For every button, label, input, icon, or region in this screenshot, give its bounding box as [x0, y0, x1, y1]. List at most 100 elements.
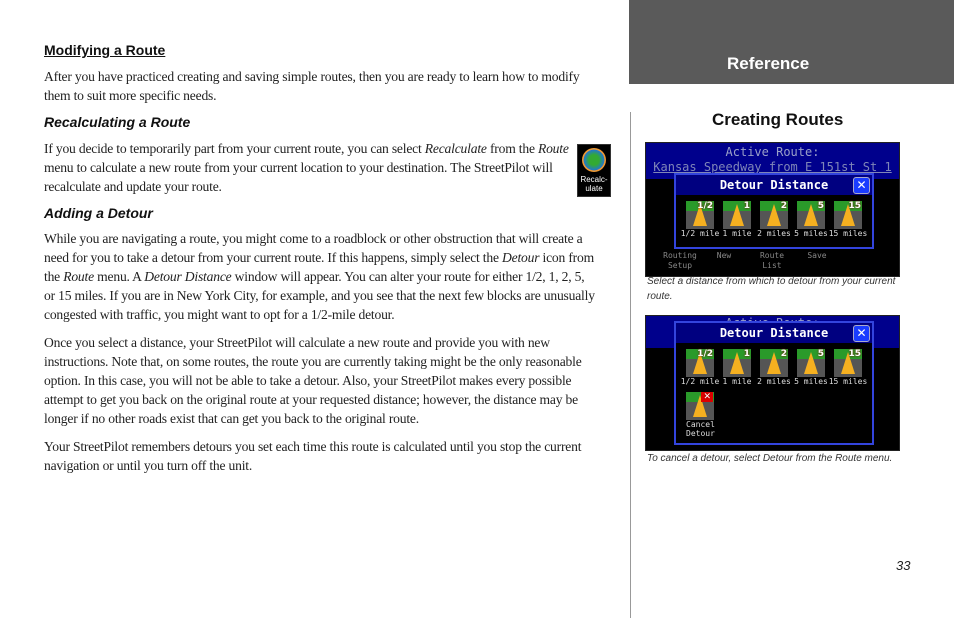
- page-number: 33: [896, 558, 911, 573]
- menu-routing-setup: Routing Setup: [663, 251, 697, 270]
- detour-option[interactable]: 1/2 1/2 mile: [681, 201, 719, 238]
- divider: [630, 112, 631, 618]
- option-label: 5 miles: [794, 377, 828, 386]
- text-segment: Once you select a distance, your StreetP…: [44, 335, 550, 350]
- option-number: 15: [848, 201, 861, 211]
- close-icon[interactable]: ✕: [853, 325, 870, 342]
- option-label: 15 miles: [828, 229, 868, 238]
- text-segment: Recalculate: [424, 141, 487, 156]
- option-label: 2 miles: [757, 229, 791, 238]
- text-line: recalculate and update your route.: [44, 177, 574, 196]
- option-number: 2: [780, 201, 787, 211]
- text-segment: attempt to get you back on the original …: [44, 392, 578, 407]
- text-segment: menu to calculate a new route from your …: [44, 160, 553, 175]
- text-line: option. In this case, you will not be ab…: [44, 371, 614, 390]
- option-number: 1/2: [697, 201, 713, 211]
- text-segment: from the: [486, 141, 538, 156]
- detour-option[interactable]: 2 2 miles: [757, 349, 791, 386]
- traffic-cone-icon: 1: [723, 201, 751, 229]
- option-label: 1 mile: [722, 229, 752, 238]
- option-number: 5: [817, 349, 824, 359]
- caption-2: To cancel a detour, select Detour from t…: [647, 453, 893, 464]
- text-segment: Route: [63, 269, 94, 284]
- text-segment: them to suit more specific needs.: [44, 88, 217, 103]
- close-icon[interactable]: ✕: [853, 177, 870, 194]
- screenshot-cancel-detour: Active Route: Detour Distance✕ 1/21/2 mi…: [645, 315, 900, 451]
- text-segment: or 15 miles. If you are in New York City…: [44, 288, 595, 303]
- traffic-cone-icon: 5: [797, 349, 825, 377]
- detour-option[interactable]: 5 5 miles: [794, 201, 828, 238]
- text-segment: If you decide to temporarily part from y…: [44, 141, 425, 156]
- traffic-cone-icon: 15: [834, 201, 862, 229]
- option-number: 1: [743, 349, 750, 359]
- detour-option[interactable]: 2 2 miles: [757, 201, 791, 238]
- text-segment: navigation or until you turn off the uni…: [44, 458, 253, 473]
- text-segment: Route: [537, 141, 569, 156]
- text-line: If you decide to temporarily part from y…: [44, 139, 574, 158]
- traffic-cone-icon: 5: [797, 201, 825, 229]
- traffic-cone-icon: 2: [760, 201, 788, 229]
- traffic-cone-icon: 1/2: [686, 201, 714, 229]
- option-number: 2: [780, 349, 787, 359]
- text-segment: After you have practiced creating and sa…: [44, 69, 580, 84]
- option-label: 2 miles: [757, 377, 791, 386]
- intro-paragraph: After you have practiced creating and sa…: [44, 67, 614, 114]
- text-segment: option. In this case, you will not be ab…: [44, 373, 572, 388]
- menu-route-list: Route List: [759, 251, 785, 270]
- traffic-cone-icon: 2: [760, 349, 788, 377]
- text-segment: While you are navigating a route, you mi…: [44, 231, 583, 246]
- text-line: them to suit more specific needs.: [44, 86, 614, 105]
- option-label: 1/2 mile: [680, 377, 720, 386]
- text-line: While you are navigating a route, you mi…: [44, 229, 614, 248]
- text-line: navigation or until you turn off the uni…: [44, 456, 614, 475]
- text-segment: menu. A: [93, 269, 145, 284]
- subheading-detour: Adding a Detour: [44, 205, 153, 221]
- option-label: 15 miles: [828, 377, 868, 386]
- option-label: 1/2 mile: [680, 229, 720, 238]
- subheading-recalculate: Recalculating a Route: [44, 114, 191, 130]
- section-title: Creating Routes: [712, 110, 844, 129]
- caption-1: Select a distance from which to detour f…: [647, 276, 896, 302]
- menu-save: Save: [807, 251, 827, 260]
- detour-option[interactable]: 1 1 mile: [723, 349, 751, 386]
- detour-option[interactable]: 1 1 mile: [723, 201, 751, 238]
- text-segment: need for you to take a detour from your …: [44, 250, 503, 265]
- option-number: 15: [848, 349, 861, 359]
- text-line: or 15 miles. If you are in New York City…: [44, 286, 614, 305]
- section-heading: Modifying a Route: [44, 42, 166, 58]
- text-segment: recalculate and update your route.: [44, 179, 222, 194]
- text-segment: Detour: [502, 250, 540, 265]
- recalculate-icon: Recalc-ulate: [577, 144, 611, 197]
- active-route-name: Kansas Speedway from E 151st St 1: [653, 160, 892, 174]
- detour-option[interactable]: 15 15 miles: [829, 201, 867, 238]
- text-segment: congested with traffic, you might want t…: [44, 307, 395, 322]
- option-label: 5 miles: [794, 229, 828, 238]
- option-label: 1 mile: [722, 377, 752, 386]
- text-line: After you have practiced creating and sa…: [44, 67, 614, 86]
- text-line: longer if no other roads exist that can …: [44, 409, 614, 428]
- text-segment: icon from: [539, 250, 595, 265]
- text-segment: instructions. Note that, on some routes,…: [44, 354, 582, 369]
- recalc-label: Recalc-: [580, 175, 608, 184]
- text-segment: window will appear. You can alter your r…: [231, 269, 585, 284]
- screenshot-detour-distance: Active Route: Kansas Speedway from E 151…: [645, 142, 900, 277]
- cancel-detour-option[interactable]: ✕ Cancel Detour: [686, 392, 715, 438]
- dialog-title: Detour Distance ✕: [676, 175, 872, 195]
- text-line: instructions. Note that, on some routes,…: [44, 352, 614, 371]
- reference-title: Reference: [727, 54, 810, 73]
- detour-option[interactable]: 15 15 miles: [829, 349, 867, 386]
- text-line: Your StreetPilot remembers detours you s…: [44, 437, 614, 456]
- traffic-cone-icon: 1/2: [686, 349, 714, 377]
- option-number: 5: [817, 201, 824, 211]
- recalculate-paragraph: If you decide to temporarily part from y…: [44, 139, 574, 205]
- option-number: 1: [743, 201, 750, 211]
- text-segment: the: [44, 269, 64, 284]
- recalc-label: ulate: [585, 184, 603, 193]
- text-segment: Detour Distance: [144, 269, 232, 284]
- text-line: congested with traffic, you might want t…: [44, 305, 614, 324]
- active-route-label: Active Route:: [725, 145, 820, 159]
- text-segment: longer if no other roads exist that can …: [44, 411, 419, 426]
- traffic-cone-icon: 15: [834, 349, 862, 377]
- detour-option[interactable]: 5 5 miles: [794, 349, 828, 386]
- detour-option[interactable]: 1/2 1/2 mile: [681, 349, 719, 386]
